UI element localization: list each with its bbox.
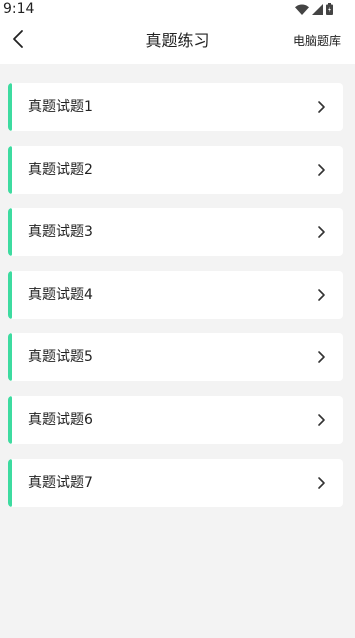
chevron-left-icon <box>12 29 24 53</box>
accent-bar <box>8 395 12 444</box>
header: 真题练习 电脑题库 <box>0 18 355 64</box>
list-item-label: 真题试题4 <box>28 286 93 303</box>
chevron-right-icon <box>316 99 326 115</box>
chevron-right-icon <box>316 224 326 240</box>
accent-bar <box>8 83 12 131</box>
accent-bar <box>8 458 12 507</box>
accent-bar <box>8 145 12 194</box>
wifi-icon <box>295 4 309 15</box>
cellular-signal-icon <box>312 3 323 15</box>
status-icons <box>295 2 333 16</box>
list-item-label: 真题试题5 <box>28 349 93 366</box>
status-bar: 9:14 <box>0 0 355 18</box>
accent-bar <box>8 270 12 319</box>
list-item[interactable]: 真题试题6 <box>8 395 343 444</box>
list-item[interactable]: 真题试题3 <box>8 208 343 257</box>
list-item-label: 真题试题1 <box>28 99 93 115</box>
list-item-label: 真题试题3 <box>28 224 93 241</box>
battery-icon <box>326 3 333 15</box>
list-item[interactable]: 真题试题4 <box>8 270 343 319</box>
accent-bar <box>8 333 12 382</box>
list-item[interactable]: 真题试题5 <box>8 333 343 382</box>
list-item-label: 真题试题6 <box>28 411 93 428</box>
exam-list: 真题试题1 真题试题2 真题试题3 真题试题4 真题试题5 真题试题6 真题试题… <box>8 83 343 521</box>
list-item[interactable]: 真题试题2 <box>8 145 343 194</box>
list-item[interactable]: 真题试题1 <box>8 83 343 131</box>
back-button[interactable] <box>4 26 32 56</box>
chevron-right-icon <box>316 162 326 178</box>
chevron-right-icon <box>316 287 326 303</box>
list-item[interactable]: 真题试题7 <box>8 458 343 507</box>
chevron-right-icon <box>316 475 326 491</box>
list-item-label: 真题试题2 <box>28 161 93 178</box>
chevron-right-icon <box>316 349 326 365</box>
status-time: 9:14 <box>3 1 35 17</box>
list-item-label: 真题试题7 <box>28 474 93 491</box>
computer-question-bank-link[interactable]: 电脑题库 <box>293 18 341 64</box>
accent-bar <box>8 208 12 257</box>
chevron-right-icon <box>316 412 326 428</box>
